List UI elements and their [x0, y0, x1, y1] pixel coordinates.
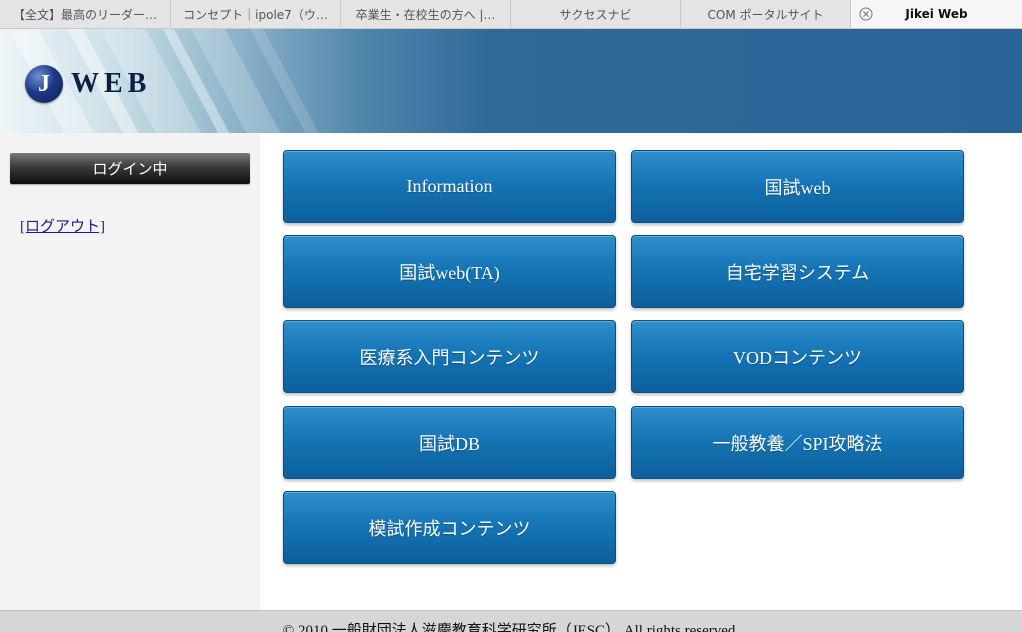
browser-tab-active[interactable]: Jikei Web: [851, 0, 1022, 28]
browser-tab-bar: 【全文】最高のリーダー… コンセプト｜ipole7（ウ… 卒業生・在校生の方へ …: [0, 0, 1022, 29]
logout-link[interactable]: [ログアウト]: [20, 215, 105, 236]
menu-button-mock-exam[interactable]: 模試作成コンテンツ: [283, 491, 616, 564]
tab-title: COM ポータルサイト: [707, 7, 824, 22]
tab-title: Jikei Web: [905, 7, 968, 21]
header-banner: J WEB: [0, 29, 1022, 133]
browser-tab[interactable]: 【全文】最高のリーダー…: [0, 0, 171, 28]
menu-button-vod-contents[interactable]: VODコンテンツ: [631, 320, 964, 393]
tab-title: サクセスナビ: [559, 7, 632, 22]
tab-title: コンセプト｜ipole7（ウ…: [183, 7, 328, 22]
browser-tab[interactable]: COM ポータルサイト: [681, 0, 851, 28]
copyright-text: © 2010 一般財団法人滋慶教育科学研究所（JESC） All rights …: [282, 623, 740, 632]
browser-tab[interactable]: 卒業生・在校生の方へ |…: [341, 0, 511, 28]
menu-button-kokushi-db[interactable]: 国試DB: [283, 406, 616, 479]
close-icon[interactable]: [858, 6, 874, 22]
browser-tab[interactable]: サクセスナビ: [511, 0, 681, 28]
menu-button-general-spi[interactable]: 一般教養／SPI攻略法: [631, 406, 964, 479]
footer: © 2010 一般財団法人滋慶教育科学研究所（JESC） All rights …: [0, 610, 1022, 632]
tab-title: 【全文】最高のリーダー…: [12, 7, 157, 22]
menu-button-medical-intro[interactable]: 医療系入門コンテンツ: [283, 320, 616, 393]
tab-title: 卒業生・在校生の方へ |…: [355, 7, 496, 22]
logo-text: WEB: [71, 68, 152, 99]
browser-tab[interactable]: コンセプト｜ipole7（ウ…: [171, 0, 341, 28]
menu-button-kokushi-web-ta[interactable]: 国試web(TA): [283, 235, 616, 308]
menu-button-home-study[interactable]: 自宅学習システム: [631, 235, 964, 308]
logo-mark: J: [25, 65, 63, 103]
menu-button-kokushi-web[interactable]: 国試web: [631, 150, 964, 223]
login-status-bar: ログイン中: [10, 153, 250, 184]
site-logo[interactable]: J WEB: [25, 65, 151, 103]
sidebar: ログイン中 [ログアウト]: [0, 133, 260, 610]
menu-button-information[interactable]: Information: [283, 150, 616, 223]
